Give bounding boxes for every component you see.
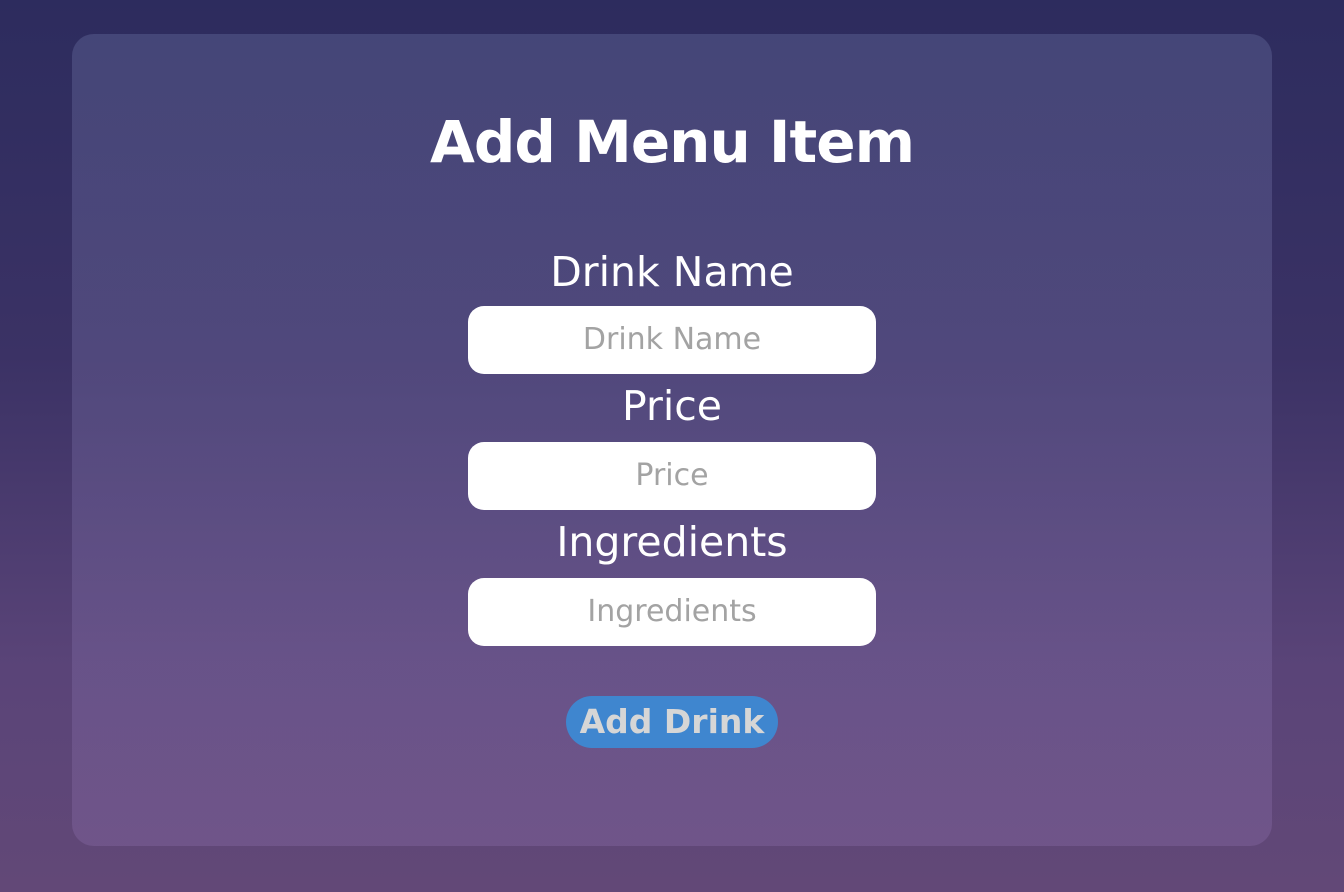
drink-name-input[interactable] bbox=[468, 305, 876, 374]
drink-name-label: Drink Name bbox=[550, 247, 794, 296]
ingredients-label: Ingredients bbox=[556, 517, 788, 566]
add-menu-item-card: Add Menu Item Drink Name Price Ingredien… bbox=[72, 34, 1272, 846]
price-label: Price bbox=[621, 381, 723, 430]
add-drink-button[interactable]: Add Drink bbox=[565, 695, 779, 748]
ingredients-input[interactable] bbox=[468, 577, 876, 646]
add-drink-form: Drink Name Price Ingredients Add Drink bbox=[468, 248, 876, 748]
page-title: Add Menu Item bbox=[429, 108, 915, 176]
price-input[interactable] bbox=[468, 441, 876, 510]
